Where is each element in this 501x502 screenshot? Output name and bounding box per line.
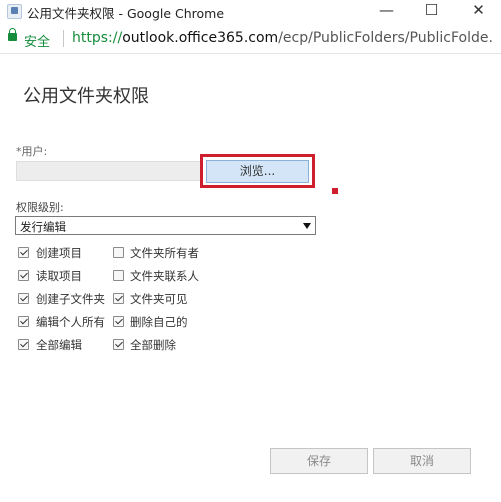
checkbox-label: 删除自己的 bbox=[130, 315, 188, 329]
url-protocol: https:// bbox=[72, 30, 123, 46]
address-bar[interactable]: 安全 https://outlook.office365.com/ecp/Pub… bbox=[0, 25, 501, 54]
checkbox-folder-contact[interactable] bbox=[113, 270, 124, 281]
checkbox-label: 全部编辑 bbox=[36, 338, 82, 352]
save-button[interactable]: 保存 bbox=[270, 448, 368, 474]
close-button[interactable]: ✕ bbox=[456, 0, 501, 22]
permission-level-select[interactable]: 发行编辑 bbox=[15, 216, 316, 235]
lock-icon bbox=[8, 28, 17, 41]
checkbox-delete-own[interactable] bbox=[113, 316, 124, 327]
checkbox-create-subfolders[interactable] bbox=[18, 293, 29, 304]
checkbox-label: 创建项目 bbox=[36, 246, 82, 260]
url-host: outlook.office365.com bbox=[122, 30, 279, 46]
url-path: /ecp/PublicFolders/PublicFolde... bbox=[278, 30, 492, 46]
checkbox-label: 全部删除 bbox=[130, 338, 176, 352]
checkbox-edit-all[interactable] bbox=[18, 339, 29, 350]
checkbox-label: 文件夹可见 bbox=[130, 292, 188, 306]
title-bar: 公用文件夹权限 - Google Chrome — ☐ ✕ bbox=[0, 0, 501, 22]
minimize-button[interactable]: — bbox=[364, 0, 409, 22]
checkbox-folder-owner[interactable] bbox=[113, 247, 124, 258]
user-label: *用户: bbox=[16, 145, 48, 158]
checkbox-label: 文件夹联系人 bbox=[130, 269, 199, 283]
checkbox-label: 编辑个人所有 bbox=[36, 315, 105, 329]
checkbox-label: 创建子文件夹 bbox=[36, 292, 105, 306]
checkbox-read-items[interactable] bbox=[18, 270, 29, 281]
permission-level-label: 权限级别: bbox=[16, 201, 64, 214]
user-field[interactable] bbox=[16, 161, 201, 181]
checkbox-label: 文件夹所有者 bbox=[130, 246, 199, 260]
maximize-button[interactable]: ☐ bbox=[409, 0, 454, 22]
checkbox-delete-all[interactable] bbox=[113, 339, 124, 350]
checkbox-create-items[interactable] bbox=[18, 247, 29, 258]
checkbox-folder-visible[interactable] bbox=[113, 293, 124, 304]
highlight-box bbox=[200, 154, 315, 188]
cancel-button[interactable]: 取消 bbox=[373, 448, 471, 474]
address-separator bbox=[63, 30, 64, 47]
checkbox-label: 读取项目 bbox=[36, 269, 82, 283]
annotation-dot bbox=[332, 188, 338, 194]
url-text[interactable]: https://outlook.office365.com/ecp/Public… bbox=[72, 30, 492, 46]
dropdown-arrow-icon bbox=[303, 223, 311, 229]
window-title: 公用文件夹权限 - Google Chrome bbox=[27, 6, 225, 21]
dialog-title: 公用文件夹权限 bbox=[23, 86, 149, 107]
secure-label[interactable]: 安全 bbox=[24, 31, 50, 50]
permission-level-value: 发行编辑 bbox=[20, 220, 66, 234]
app-icon bbox=[7, 4, 22, 19]
checkbox-edit-own[interactable] bbox=[18, 316, 29, 327]
